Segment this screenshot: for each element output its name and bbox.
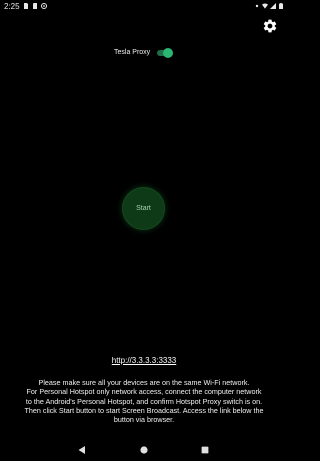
instructions-line: Then click Start button to start Screen …	[24, 405, 264, 415]
status-bar: 2:25	[0, 0, 288, 12]
settings-button[interactable]	[262, 18, 278, 34]
wifi-icon	[262, 3, 268, 9]
gear-icon	[263, 19, 277, 33]
tesla-proxy-label: Tesla Proxy	[114, 48, 151, 56]
tesla-proxy-row: Tesla Proxy	[114, 46, 174, 58]
tesla-proxy-toggle[interactable]	[156, 47, 174, 58]
broadcast-url-link[interactable]: http://3.3.3.3:3333	[0, 356, 288, 365]
app-screen: 2:25 Tesla Proxy Start http://3.3.3.3:33…	[0, 0, 288, 461]
home-button[interactable]	[139, 445, 149, 455]
sd-card-icon	[32, 3, 38, 9]
sync-icon	[40, 3, 47, 9]
start-button-label: Start	[136, 205, 151, 212]
recents-icon	[201, 446, 209, 454]
instructions-line: Please make sure all your devices are on…	[38, 378, 250, 387]
instructions-line: For Personal Hotspot only network access…	[26, 387, 262, 397]
status-time: 2:25	[4, 1, 20, 11]
signal-icon	[270, 3, 276, 9]
back-button[interactable]	[77, 445, 87, 455]
home-icon	[140, 446, 148, 454]
navigation-bar	[0, 441, 288, 459]
instructions-line: to the Android's Personal Hotspot, and c…	[25, 396, 263, 406]
start-button[interactable]: Start	[123, 188, 164, 229]
battery-icon	[278, 3, 284, 9]
instructions-text: Please make sure all your devices are on…	[4, 378, 284, 424]
status-right	[254, 3, 284, 9]
instructions-line: button via browser.	[113, 415, 175, 425]
sim-icon	[23, 3, 29, 9]
toggle-thumb	[163, 47, 174, 58]
dot-icon	[254, 3, 260, 9]
recents-button[interactable]	[200, 445, 210, 455]
status-left: 2:25	[4, 2, 47, 11]
back-icon	[78, 446, 85, 454]
